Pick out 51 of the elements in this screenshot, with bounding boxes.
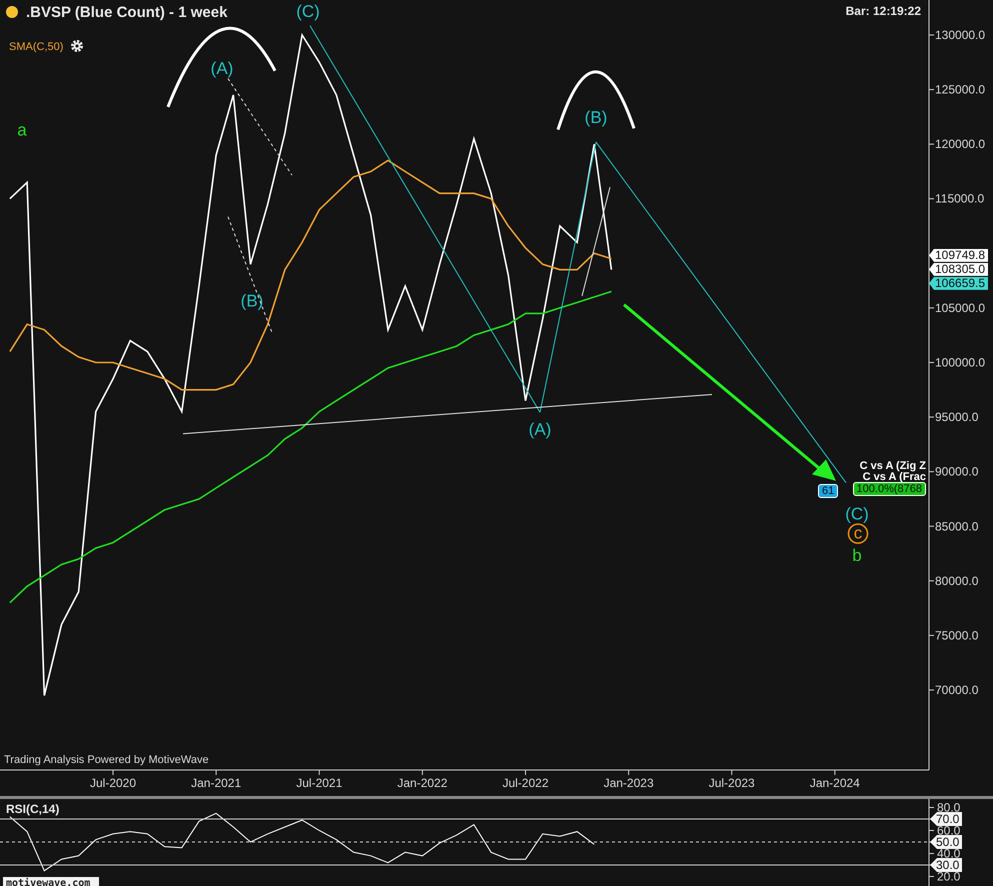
wave-label: (A) bbox=[528, 420, 552, 439]
projection-label: 100.0%(8768 bbox=[852, 482, 926, 496]
y-axis-label: 105000.0 bbox=[935, 300, 986, 315]
level-tag: 30.0 bbox=[930, 858, 962, 872]
wave-label: (A) bbox=[210, 59, 234, 78]
status-dot-icon bbox=[6, 6, 18, 18]
wave-label: (C) bbox=[845, 504, 869, 524]
y-axis-label: 70000.0 bbox=[935, 683, 978, 697]
projection-label: 61 bbox=[818, 484, 838, 498]
wave-label: (C) bbox=[296, 2, 320, 21]
level-tag: 70.0 bbox=[930, 812, 962, 826]
y-tick-label: 70.0 bbox=[936, 812, 960, 826]
y-axis-label: 60.0 bbox=[937, 824, 960, 838]
wave-label: b bbox=[852, 546, 862, 566]
bar-time: Bar: 12:19:22 bbox=[846, 4, 921, 18]
y-tick-label: 50.0 bbox=[936, 834, 960, 849]
y-axis-label: 115000.0 bbox=[935, 192, 984, 206]
projection-label: C vs A (Frac bbox=[862, 472, 926, 484]
y-axis-label: 125000.0 bbox=[935, 82, 986, 97]
circled-wave-label: c bbox=[848, 523, 868, 544]
y-axis-label: 100000.0 bbox=[935, 356, 986, 370]
x-axis-label: Jan-2021 bbox=[191, 776, 242, 790]
projection-label: C vs A (Zig Z bbox=[860, 461, 926, 472]
y-tick-label: 30.0 bbox=[936, 858, 960, 872]
wave-label: (B) bbox=[240, 291, 264, 310]
y-axis-label: 90000.0 bbox=[935, 464, 978, 479]
y-axis-label: 80000.0 bbox=[935, 574, 978, 588]
logo-badge: motivewave.com bbox=[3, 877, 99, 886]
indicator-label: SMA(C,50) bbox=[9, 41, 64, 53]
settings-icon[interactable] bbox=[71, 40, 83, 52]
x-axis-label: Jan-2024 bbox=[810, 776, 860, 790]
y-axis-label: 75000.0 bbox=[935, 628, 978, 642]
y-axis-label: 85000.0 bbox=[935, 519, 978, 534]
x-axis-label: Jan-2022 bbox=[397, 776, 448, 790]
x-axis-label: Jul-2021 bbox=[296, 776, 342, 790]
wave-label: (B) bbox=[584, 108, 608, 128]
y-axis-label: 40.0 bbox=[937, 846, 960, 860]
y-axis-label: 95000.0 bbox=[935, 410, 978, 424]
y-axis-label: 80.0 bbox=[937, 800, 960, 814]
y-axis-label: 120000.0 bbox=[935, 137, 986, 152]
level-tag: 50.0 bbox=[930, 835, 962, 849]
x-axis-label: Jul-2022 bbox=[502, 776, 548, 790]
y-axis-label: 130000.0 bbox=[935, 28, 986, 42]
wave-label: a bbox=[17, 120, 27, 140]
x-axis-label: Jul-2023 bbox=[708, 776, 755, 790]
x-axis-label: Jan-2023 bbox=[604, 776, 654, 790]
rsi-title: RSI(C,14) bbox=[6, 802, 60, 816]
y-axis-label: 20.0 bbox=[937, 869, 960, 884]
x-axis-label: Jul-2020 bbox=[90, 776, 136, 790]
chart-title: .BVSP (Blue Count) - 1 week bbox=[26, 4, 228, 21]
footer-text: Trading Analysis Powered by MotiveWave bbox=[4, 754, 209, 766]
